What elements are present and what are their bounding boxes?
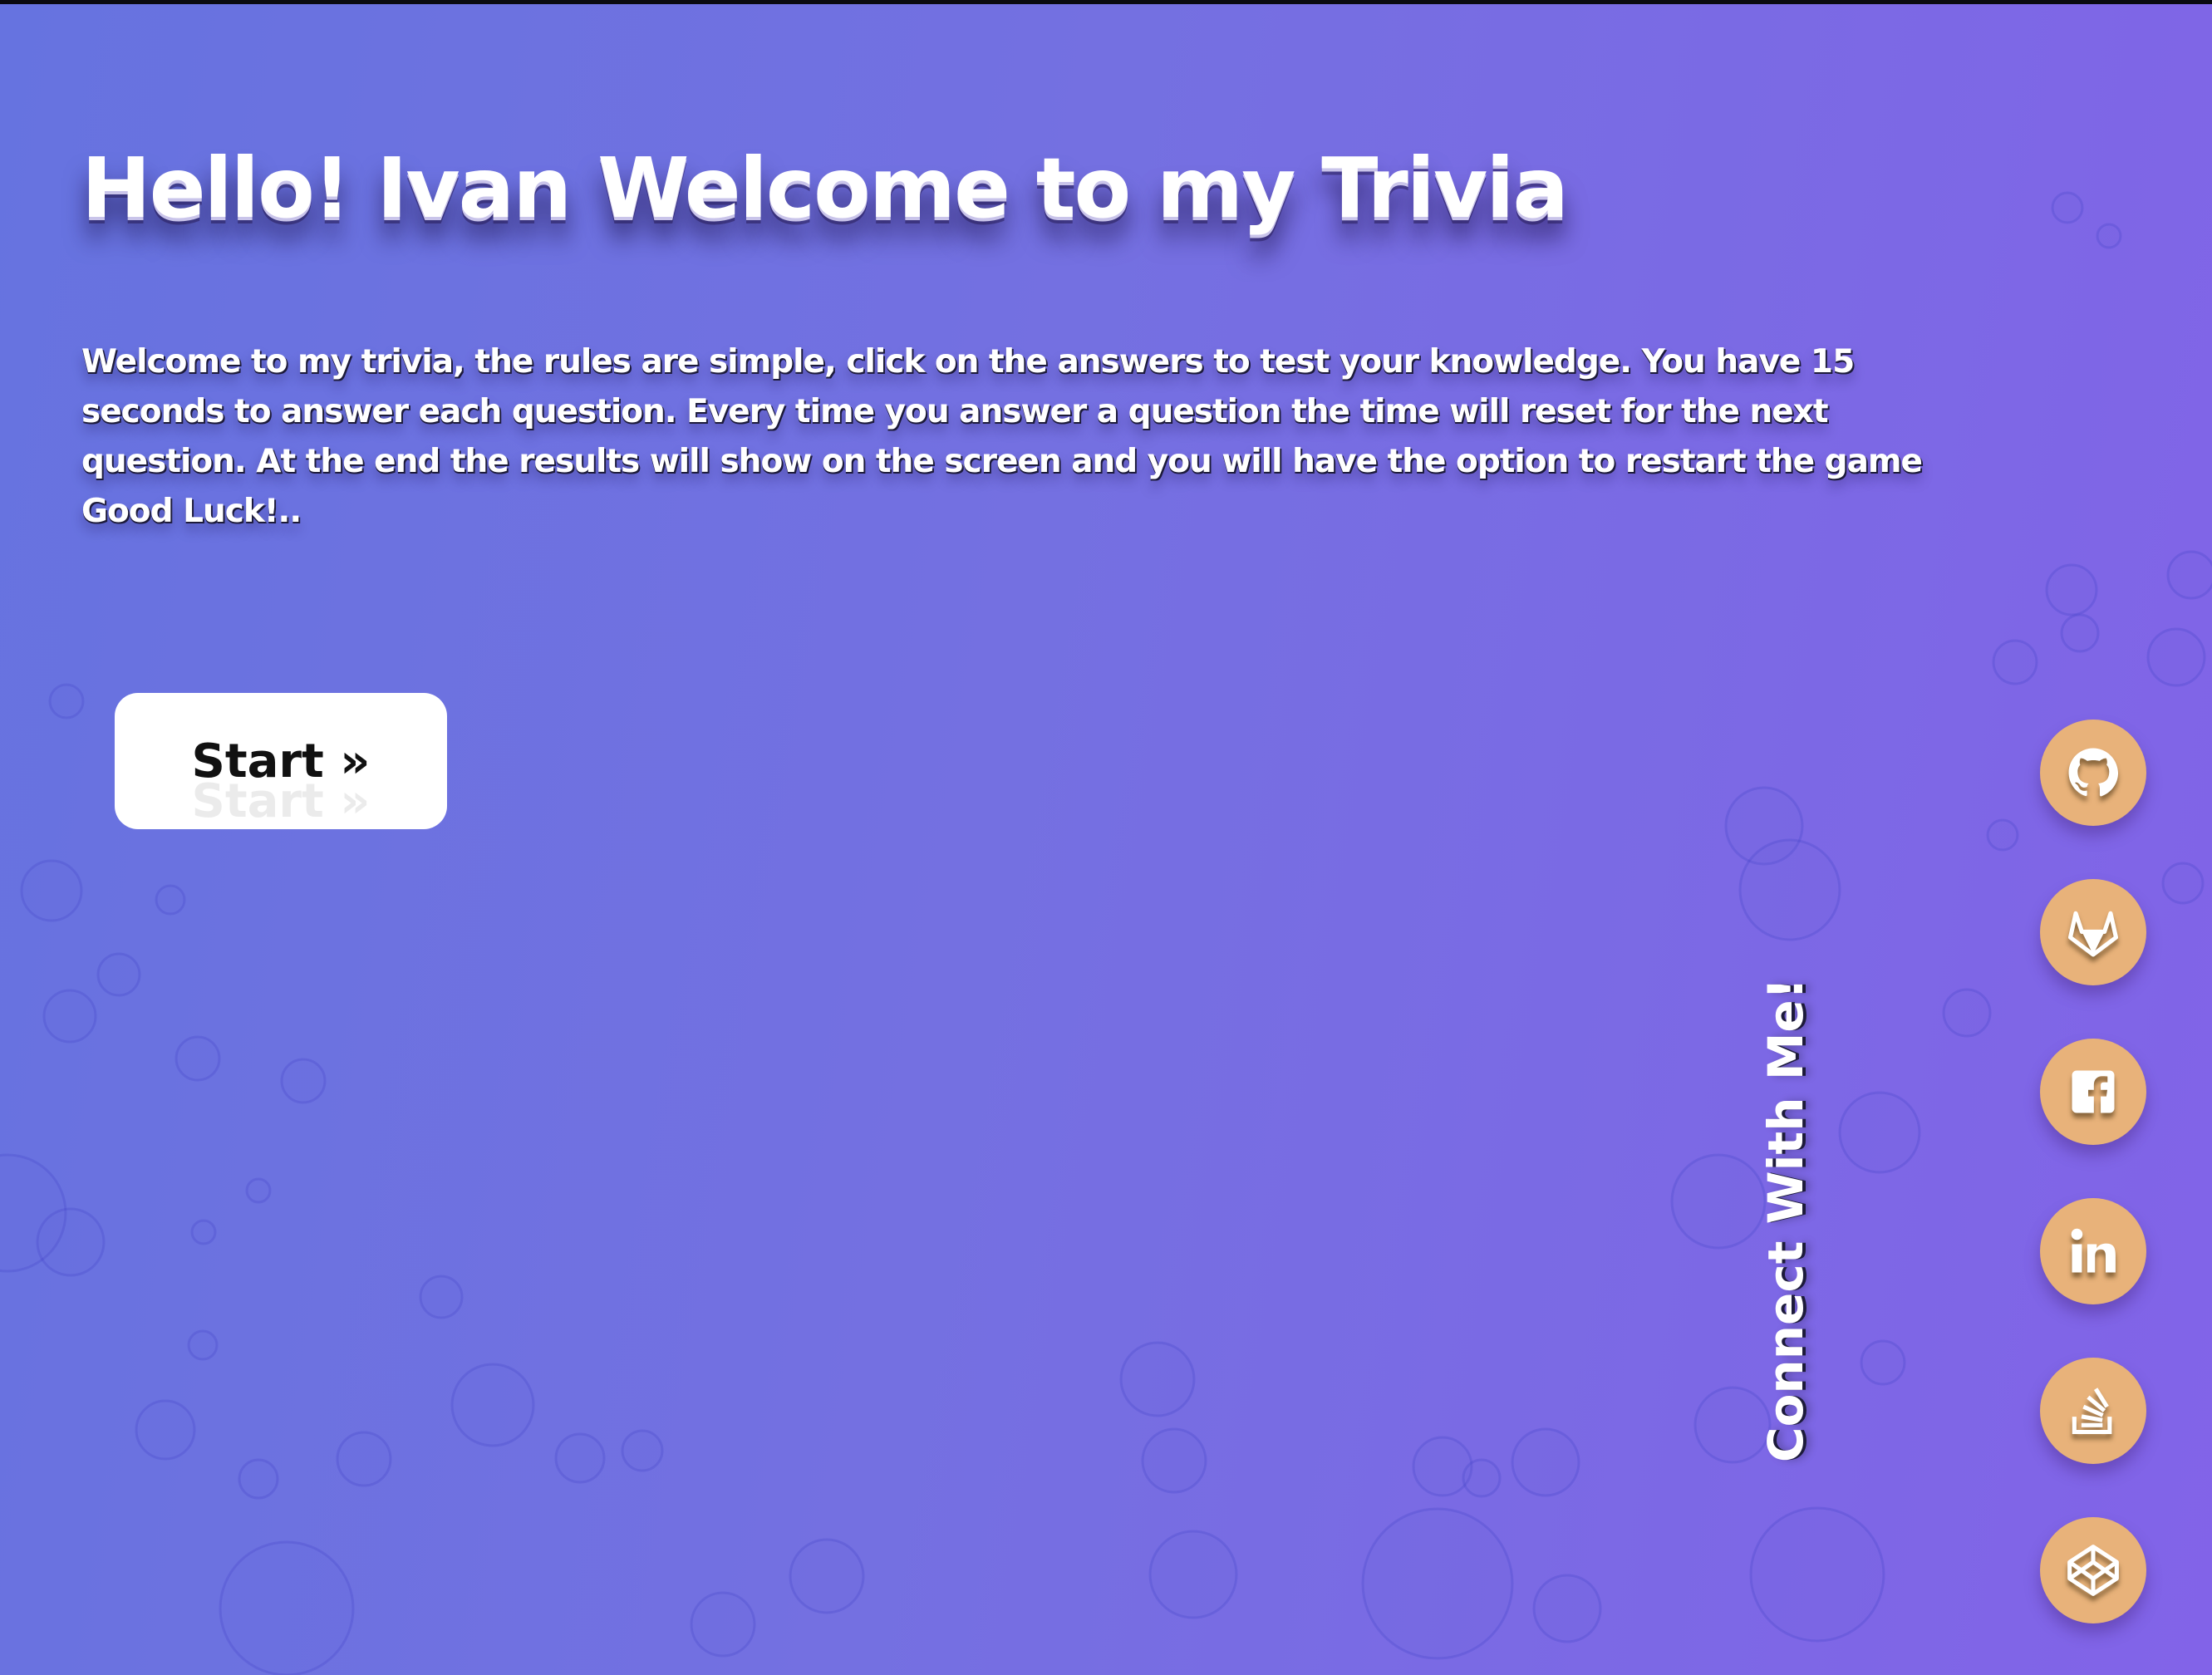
bubble-background	[0, 191, 2212, 1675]
codepen-link[interactable]	[2040, 1517, 2146, 1623]
start-button[interactable]: Start »	[115, 693, 447, 829]
top-edge	[0, 0, 2212, 4]
linkedin-icon	[2071, 1228, 2116, 1273]
trivia-page: Hello! Ivan Welcome to my Trivia Welcome…	[0, 0, 2212, 1675]
stackoverflow-link[interactable]	[2040, 1358, 2146, 1464]
rules-text: Welcome to my trivia, the rules are simp…	[81, 343, 1923, 530]
facebook-link[interactable]	[2040, 1039, 2146, 1145]
page-title: Hello! Ivan Welcome to my Trivia	[81, 140, 1569, 237]
github-icon	[2068, 748, 2119, 797]
connect-heading: Connect With Me!	[1757, 977, 1814, 1462]
linkedin-link[interactable]	[2040, 1198, 2146, 1304]
github-link[interactable]	[2040, 720, 2146, 826]
facebook-icon	[2072, 1070, 2115, 1113]
codepen-icon	[2067, 1545, 2119, 1596]
gitlab-icon	[2067, 911, 2119, 957]
stackoverflow-icon	[2072, 1388, 2112, 1435]
gitlab-link[interactable]	[2040, 879, 2146, 985]
